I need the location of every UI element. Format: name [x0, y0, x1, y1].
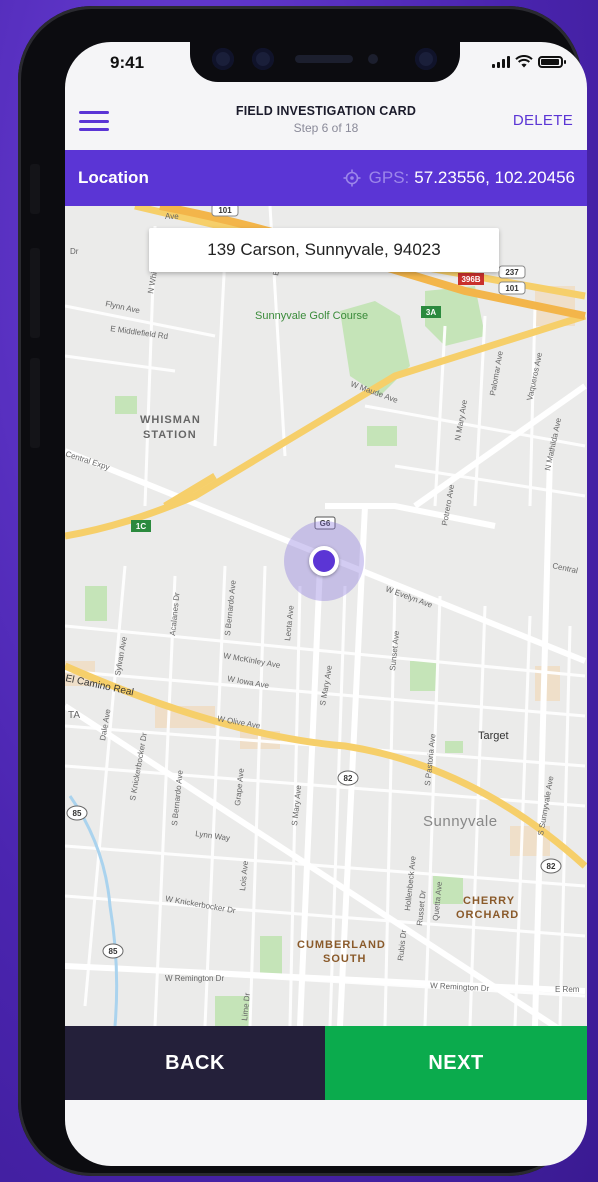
- speaker: [295, 55, 353, 63]
- sensor: [252, 48, 274, 70]
- map-label-cherry: CHERRY: [463, 895, 515, 907]
- street-label: Palomar Ave: [488, 350, 505, 397]
- volume-up-button: [30, 248, 40, 338]
- street-label: W Remington Dr: [430, 981, 490, 993]
- current-location-pin[interactable]: [309, 546, 339, 576]
- phone-frame: 9:41 FIELD INVESTIGATION CARD Step 6 of: [18, 6, 587, 1176]
- shield-85: 85: [109, 947, 118, 956]
- map-label-sunnyvale: Sunnyvale: [423, 813, 498, 830]
- delete-button[interactable]: DELETE: [513, 112, 573, 129]
- crosshair-icon: [343, 169, 361, 187]
- bottom-nav: BACK NEXT: [65, 1026, 587, 1100]
- location-bar: Location GPS: 57.23556, 102.20456: [65, 150, 587, 206]
- street-label: Leota Ave: [283, 604, 296, 641]
- map-label-south: SOUTH: [323, 953, 367, 965]
- street-label: S Mary Ave: [318, 664, 334, 706]
- back-button[interactable]: BACK: [65, 1026, 325, 1100]
- street-label: Hollenbeck Ave: [403, 855, 418, 911]
- map-label-orchard: ORCHARD: [456, 909, 519, 921]
- gps-prefix: GPS:: [368, 168, 410, 187]
- screen: 9:41 FIELD INVESTIGATION CARD Step 6 of: [65, 42, 587, 1166]
- map-label-golf: Sunnyvale Golf Course: [255, 310, 368, 322]
- map-canvas[interactable]: 101 237 101 396B 3A 1C G6 82 82 85 85 Su…: [65, 206, 587, 1026]
- address-label: 139 Carson, Sunnyvale, 94023: [149, 228, 499, 272]
- status-icons: [492, 55, 566, 68]
- status-time: 9:41: [110, 53, 145, 72]
- shield-82: 82: [344, 774, 353, 783]
- notch: [190, 42, 460, 82]
- street-label: Sunset Ave: [388, 630, 401, 672]
- map-label-station: STATION: [143, 429, 197, 441]
- street-label: Rubis Dr: [396, 929, 408, 961]
- next-button[interactable]: NEXT: [325, 1026, 587, 1100]
- sensor: [212, 48, 234, 70]
- street-label: Vaqueros Ave: [525, 351, 544, 401]
- street-label: Central Expy: [65, 449, 111, 472]
- gps-readout: GPS: 57.23556, 102.20456: [343, 168, 575, 188]
- street-label: Sylvan Ave: [113, 635, 129, 676]
- street-label: E Middlefield Rd: [110, 324, 169, 341]
- shield-82: 82: [547, 862, 556, 871]
- shield-237: 237: [505, 268, 519, 277]
- street-label: Acalanes Dr: [168, 592, 182, 637]
- street-label: W McKinley Ave: [223, 651, 282, 670]
- street-label: Lois Ave: [238, 860, 250, 891]
- street-label: S Mary Ave: [290, 784, 303, 826]
- street-label: E Rem: [555, 985, 580, 994]
- mute-switch: [30, 164, 40, 214]
- sensor: [368, 54, 378, 64]
- street-label: Flynn Ave: [105, 299, 142, 315]
- map-view[interactable]: 101 237 101 396B 3A 1C G6 82 82 85 85 Su…: [65, 206, 587, 1026]
- app-header: FIELD INVESTIGATION CARD Step 6 of 18 DE…: [65, 94, 587, 150]
- street-label: Ave: [165, 212, 179, 221]
- title-block: FIELD INVESTIGATION CARD Step 6 of 18: [65, 104, 587, 135]
- street-label: W Knickerbocker Dr: [165, 894, 237, 915]
- map-label-whisman: WHISMAN: [140, 414, 201, 426]
- street-label: W Remington Dr: [165, 974, 224, 983]
- street-label: Grape Ave: [233, 767, 246, 806]
- gps-coordinates: 57.23556, 102.20456: [414, 168, 575, 187]
- step-indicator: Step 6 of 18: [293, 121, 359, 135]
- street-label: N Mathilda Ave: [543, 417, 563, 472]
- map-label-cumberland: CUMBERLAND: [297, 939, 386, 951]
- exit-1c: 1C: [136, 522, 146, 531]
- map-label-target: Target: [478, 730, 509, 742]
- front-camera: [415, 48, 437, 70]
- wifi-icon: [515, 55, 533, 68]
- exit-3a: 3A: [426, 308, 436, 317]
- street-label: Russet Dr: [415, 890, 428, 927]
- street-label: N Mary Ave: [453, 399, 469, 442]
- street-label: TA: [68, 710, 80, 721]
- exit-396b: 396B: [461, 275, 480, 284]
- page-title: FIELD INVESTIGATION CARD: [235, 104, 417, 118]
- street-label: S Knickerbocker Dr: [128, 732, 149, 802]
- signal-icon: [492, 55, 510, 68]
- shield-101: 101: [218, 206, 232, 215]
- street-label: Central: [552, 561, 579, 575]
- volume-down-button: [30, 358, 40, 448]
- shield-101: 101: [505, 284, 519, 293]
- battery-icon: [538, 55, 566, 68]
- location-label: Location: [78, 168, 149, 187]
- street-label: Dr: [70, 247, 79, 256]
- shield-85: 85: [73, 809, 82, 818]
